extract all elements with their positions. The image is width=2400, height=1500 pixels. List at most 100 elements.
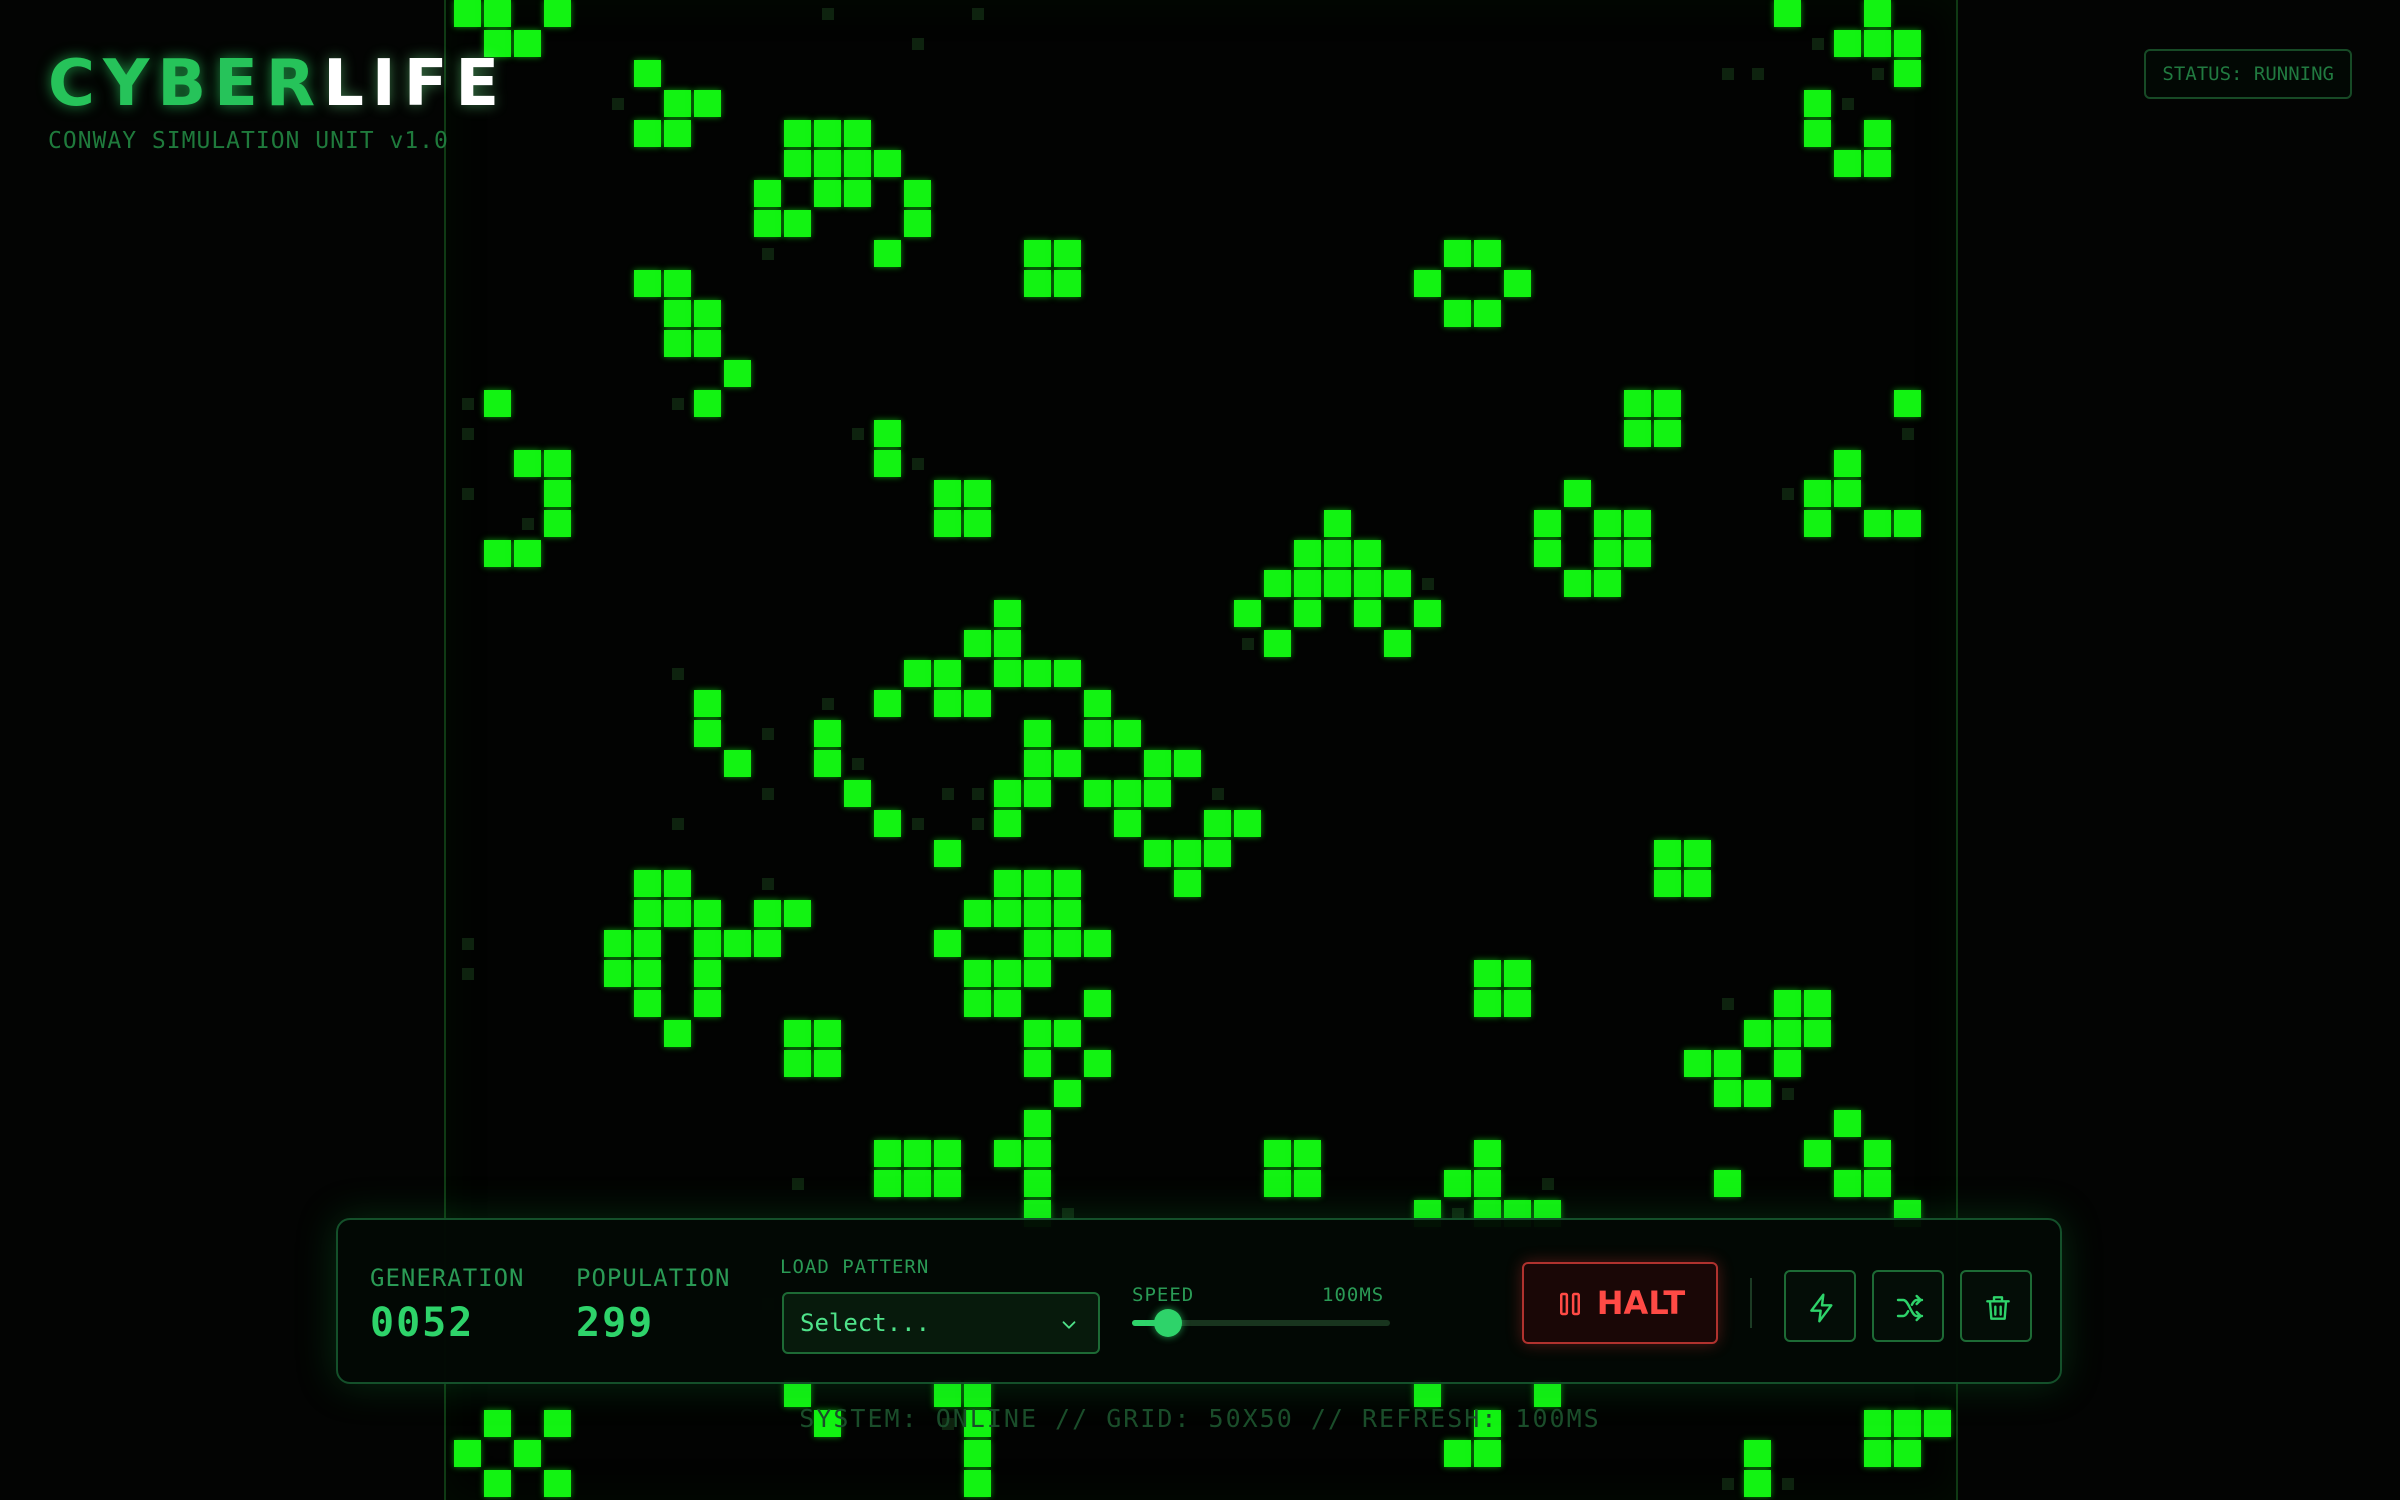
- live-cell[interactable]: [664, 900, 691, 927]
- live-cell[interactable]: [1054, 660, 1081, 687]
- live-cell[interactable]: [874, 690, 901, 717]
- live-cell[interactable]: [1774, 990, 1801, 1017]
- live-cell[interactable]: [1084, 930, 1111, 957]
- live-cell[interactable]: [1744, 1020, 1771, 1047]
- live-cell[interactable]: [1594, 540, 1621, 567]
- live-cell[interactable]: [1894, 30, 1921, 57]
- live-cell[interactable]: [1624, 420, 1651, 447]
- live-cell[interactable]: [814, 720, 841, 747]
- live-cell[interactable]: [964, 900, 991, 927]
- live-cell[interactable]: [694, 330, 721, 357]
- live-cell[interactable]: [544, 1470, 571, 1497]
- live-cell[interactable]: [1534, 1380, 1561, 1407]
- live-cell[interactable]: [964, 1470, 991, 1497]
- live-cell[interactable]: [1384, 570, 1411, 597]
- live-cell[interactable]: [694, 90, 721, 117]
- live-cell[interactable]: [994, 870, 1021, 897]
- live-cell[interactable]: [1684, 870, 1711, 897]
- live-cell[interactable]: [1474, 1170, 1501, 1197]
- live-cell[interactable]: [1834, 480, 1861, 507]
- live-cell[interactable]: [1834, 450, 1861, 477]
- live-cell[interactable]: [1324, 540, 1351, 567]
- halt-button[interactable]: HALT: [1522, 1262, 1718, 1344]
- live-cell[interactable]: [694, 930, 721, 957]
- live-cell[interactable]: [1684, 840, 1711, 867]
- live-cell[interactable]: [664, 270, 691, 297]
- live-cell[interactable]: [1894, 510, 1921, 537]
- live-cell[interactable]: [1294, 570, 1321, 597]
- live-cell[interactable]: [1864, 150, 1891, 177]
- live-cell[interactable]: [1144, 750, 1171, 777]
- live-cell[interactable]: [1294, 1140, 1321, 1167]
- live-cell[interactable]: [1024, 720, 1051, 747]
- live-cell[interactable]: [454, 1440, 481, 1467]
- live-cell[interactable]: [1594, 510, 1621, 537]
- live-cell[interactable]: [664, 870, 691, 897]
- live-cell[interactable]: [994, 660, 1021, 687]
- live-cell[interactable]: [1804, 480, 1831, 507]
- live-cell[interactable]: [874, 1170, 901, 1197]
- live-cell[interactable]: [1774, 0, 1801, 27]
- live-cell[interactable]: [1564, 480, 1591, 507]
- live-cell[interactable]: [1054, 240, 1081, 267]
- live-cell[interactable]: [1264, 570, 1291, 597]
- live-cell[interactable]: [1624, 390, 1651, 417]
- live-cell[interactable]: [1714, 1170, 1741, 1197]
- live-cell[interactable]: [994, 960, 1021, 987]
- live-cell[interactable]: [844, 780, 871, 807]
- live-cell[interactable]: [1474, 1140, 1501, 1167]
- live-cell[interactable]: [964, 990, 991, 1017]
- live-cell[interactable]: [1024, 780, 1051, 807]
- live-cell[interactable]: [1024, 750, 1051, 777]
- live-cell[interactable]: [1084, 720, 1111, 747]
- live-cell[interactable]: [1474, 1440, 1501, 1467]
- live-cell[interactable]: [1024, 870, 1051, 897]
- live-cell[interactable]: [1714, 1080, 1741, 1107]
- speed-slider-thumb[interactable]: [1154, 1309, 1183, 1337]
- live-cell[interactable]: [754, 900, 781, 927]
- live-cell[interactable]: [874, 420, 901, 447]
- live-cell[interactable]: [1444, 240, 1471, 267]
- live-cell[interactable]: [784, 150, 811, 177]
- live-cell[interactable]: [1834, 1110, 1861, 1137]
- randomize-button[interactable]: [1872, 1270, 1944, 1342]
- live-cell[interactable]: [1624, 510, 1651, 537]
- live-cell[interactable]: [1024, 1050, 1051, 1077]
- live-cell[interactable]: [1084, 780, 1111, 807]
- live-cell[interactable]: [1024, 1170, 1051, 1197]
- live-cell[interactable]: [1414, 600, 1441, 627]
- live-cell[interactable]: [1204, 840, 1231, 867]
- live-cell[interactable]: [1114, 780, 1141, 807]
- live-cell[interactable]: [1114, 810, 1141, 837]
- live-cell[interactable]: [634, 960, 661, 987]
- live-cell[interactable]: [484, 0, 511, 27]
- live-cell[interactable]: [784, 210, 811, 237]
- live-cell[interactable]: [514, 1440, 541, 1467]
- live-cell[interactable]: [754, 930, 781, 957]
- live-cell[interactable]: [1474, 240, 1501, 267]
- live-cell[interactable]: [634, 900, 661, 927]
- live-cell[interactable]: [514, 540, 541, 567]
- live-cell[interactable]: [1084, 1050, 1111, 1077]
- live-cell[interactable]: [1024, 660, 1051, 687]
- live-cell[interactable]: [664, 90, 691, 117]
- live-cell[interactable]: [934, 1140, 961, 1167]
- live-cell[interactable]: [1054, 750, 1081, 777]
- live-cell[interactable]: [1684, 1050, 1711, 1077]
- live-cell[interactable]: [964, 1440, 991, 1467]
- live-cell[interactable]: [874, 1140, 901, 1167]
- live-cell[interactable]: [694, 720, 721, 747]
- live-cell[interactable]: [1804, 1140, 1831, 1167]
- live-cell[interactable]: [1774, 1020, 1801, 1047]
- live-cell[interactable]: [934, 660, 961, 687]
- live-cell[interactable]: [544, 510, 571, 537]
- live-cell[interactable]: [1444, 300, 1471, 327]
- live-cell[interactable]: [1114, 720, 1141, 747]
- live-cell[interactable]: [994, 630, 1021, 657]
- live-cell[interactable]: [934, 690, 961, 717]
- live-cell[interactable]: [694, 900, 721, 927]
- live-cell[interactable]: [514, 450, 541, 477]
- live-cell[interactable]: [604, 930, 631, 957]
- live-cell[interactable]: [694, 990, 721, 1017]
- live-cell[interactable]: [1714, 1050, 1741, 1077]
